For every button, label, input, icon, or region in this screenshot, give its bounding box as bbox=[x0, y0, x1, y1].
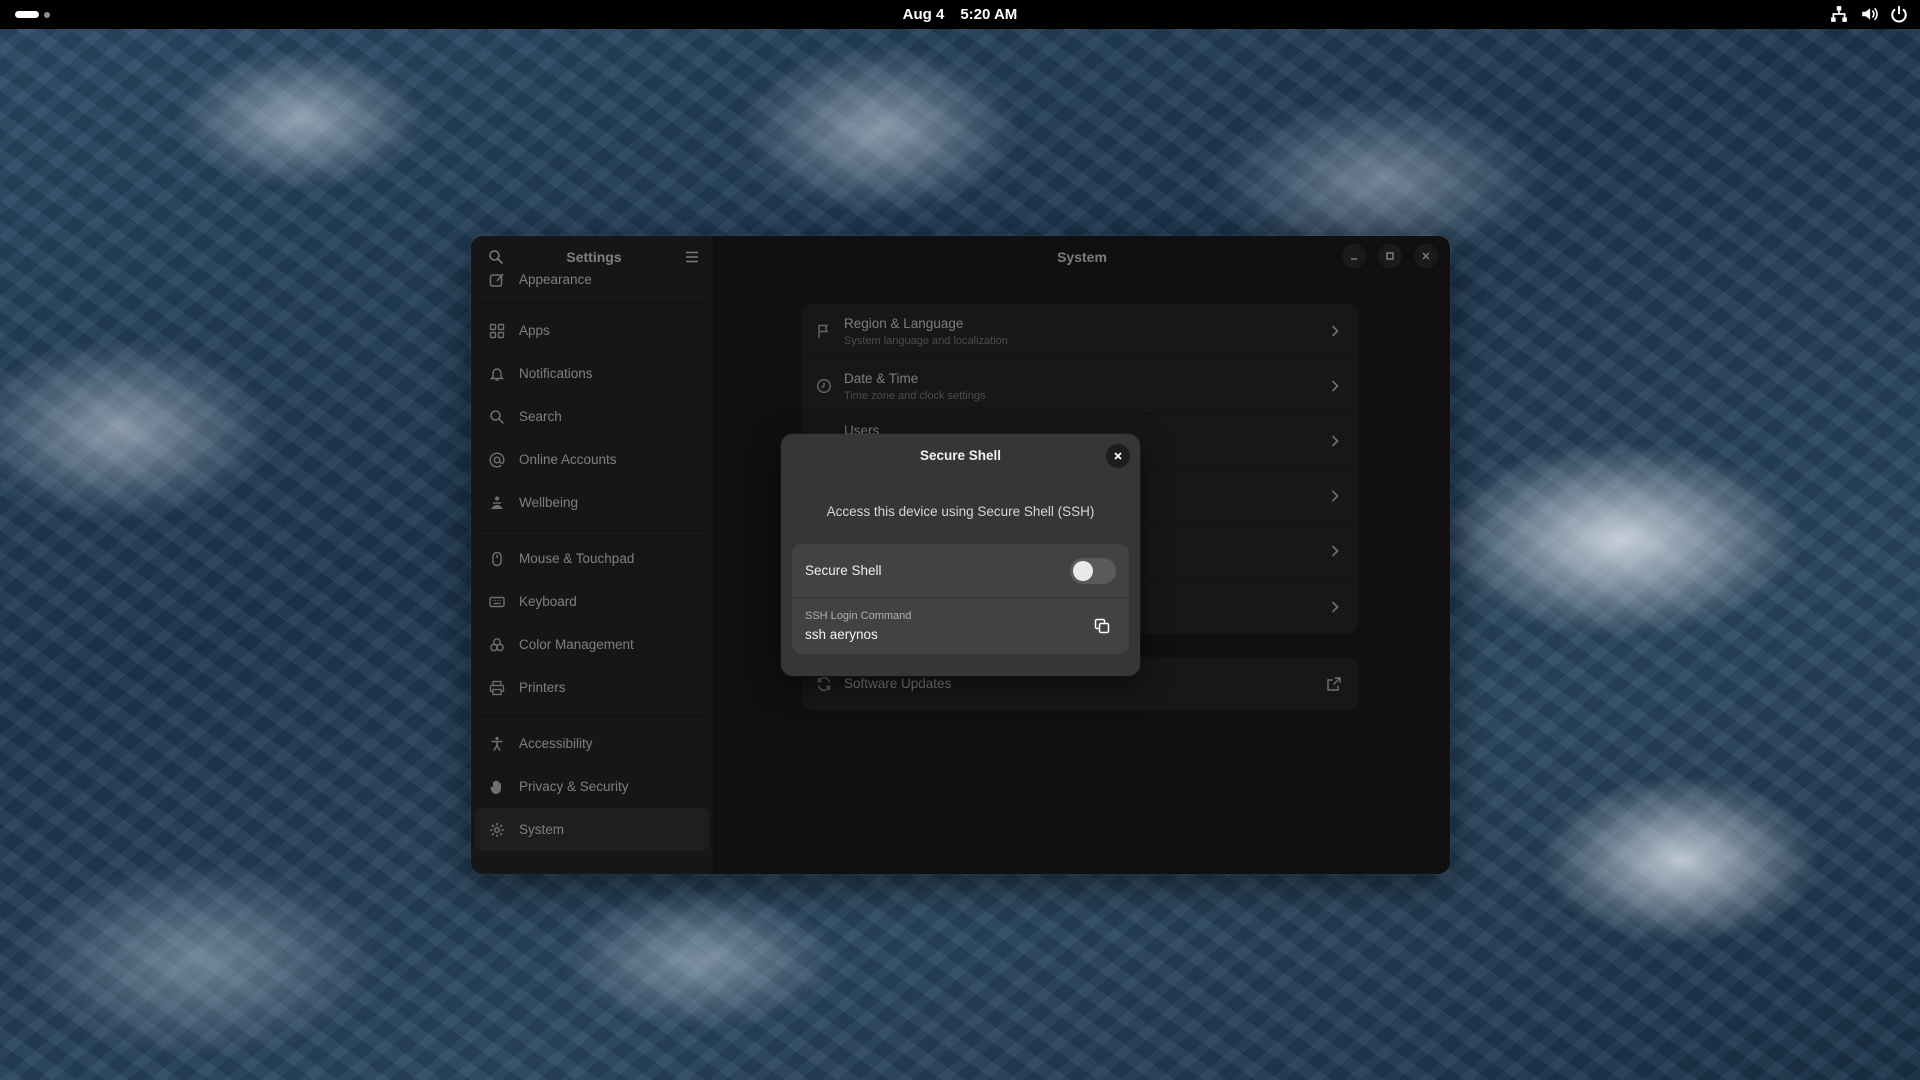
dialog-title: Secure Shell bbox=[919, 448, 1002, 463]
network-icon[interactable] bbox=[1830, 5, 1848, 23]
workspace-indicator bbox=[44, 11, 50, 18]
ssh-command-row: SSH Login Command ssh aerynos bbox=[792, 598, 1129, 654]
secure-shell-dialog: Secure Shell Access this device using Se… bbox=[781, 434, 1140, 676]
dialog-close-button[interactable] bbox=[1106, 444, 1130, 468]
ssh-command-value: ssh aerynos bbox=[805, 627, 878, 642]
ssh-command-caption: SSH Login Command bbox=[805, 610, 912, 622]
workspace-active-indicator bbox=[15, 11, 39, 18]
clock-time: 5:20 AM bbox=[960, 6, 1018, 23]
copy-command-button[interactable] bbox=[1088, 612, 1116, 640]
close-icon bbox=[1114, 452, 1122, 460]
switch-knob bbox=[1073, 560, 1093, 581]
system-tray[interactable] bbox=[1830, 5, 1908, 23]
copy-icon bbox=[1094, 618, 1110, 634]
dialog-description: Access this device using Secure Shell (S… bbox=[826, 504, 1095, 519]
clock-date: Aug 4 bbox=[902, 6, 945, 23]
dialog-options-box: Secure Shell SSH Login Command ssh aeryn… bbox=[792, 544, 1129, 654]
activities-indicator[interactable] bbox=[15, 11, 50, 18]
top-bar: Aug 4 5:20 AM bbox=[0, 0, 1920, 29]
secure-shell-switch[interactable] bbox=[1070, 557, 1116, 584]
power-icon[interactable] bbox=[1890, 5, 1908, 23]
volume-icon[interactable] bbox=[1860, 5, 1878, 23]
secure-shell-toggle-row[interactable]: Secure Shell bbox=[792, 544, 1129, 598]
secure-shell-toggle-label: Secure Shell bbox=[805, 563, 882, 578]
clock[interactable]: Aug 4 5:20 AM bbox=[903, 6, 1018, 23]
